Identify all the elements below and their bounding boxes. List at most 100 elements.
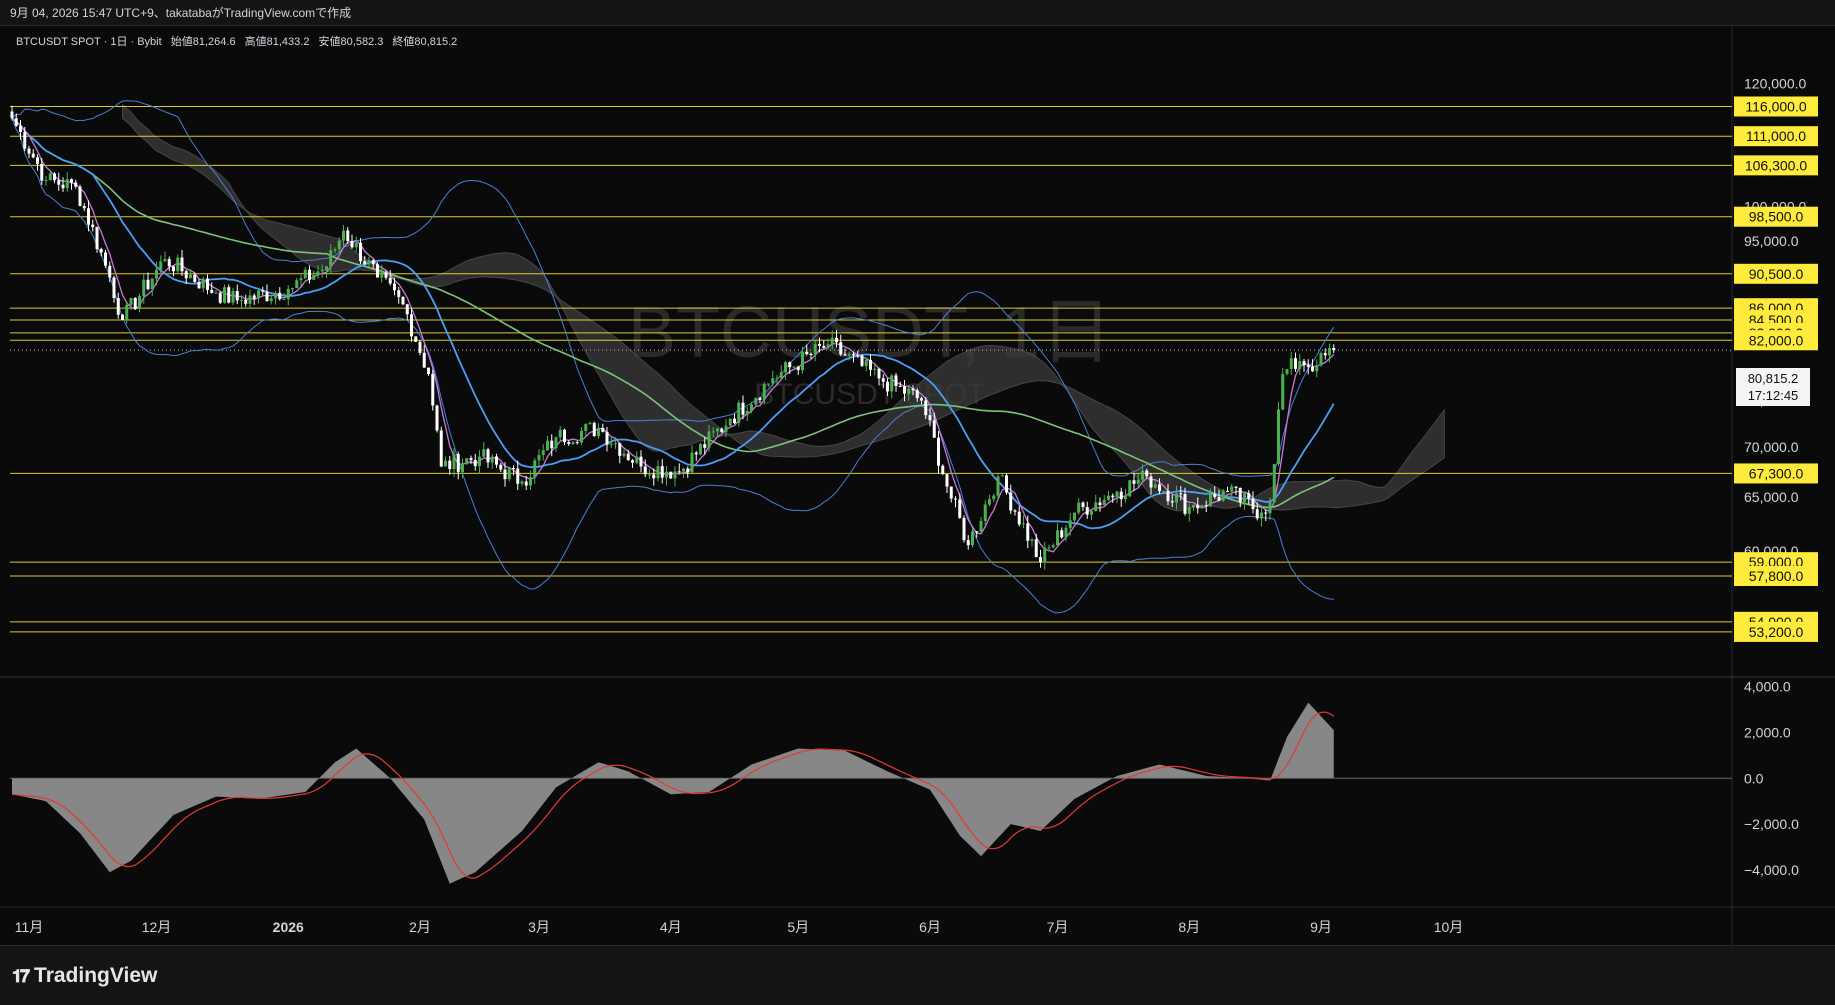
candle-body xyxy=(405,304,409,315)
candle-body xyxy=(312,275,316,280)
candle-body xyxy=(244,300,248,304)
candle-body xyxy=(473,459,477,467)
candle-body xyxy=(631,460,634,463)
candle-body xyxy=(860,355,864,366)
candle-body xyxy=(214,292,218,294)
candle-body xyxy=(1111,495,1115,498)
candle-body xyxy=(150,278,154,290)
candle-body xyxy=(184,271,188,279)
candle-body xyxy=(1315,365,1319,372)
candle-body xyxy=(1026,523,1030,541)
candle-body xyxy=(1260,512,1263,519)
candle-body xyxy=(1175,493,1178,503)
candle-body xyxy=(291,288,294,290)
candle-body xyxy=(316,271,320,276)
tradingview-logo[interactable]: 𝟏𝟕 TradingView xyxy=(12,964,157,988)
candle-body xyxy=(907,388,911,394)
candle-body xyxy=(223,287,226,303)
candle-body xyxy=(1030,539,1034,541)
candle-body xyxy=(129,297,133,305)
candle-body xyxy=(299,278,303,281)
candle-body xyxy=(512,468,515,470)
candle-body xyxy=(682,468,685,472)
candle-body xyxy=(894,375,898,386)
candle-body xyxy=(979,520,983,532)
candle-body xyxy=(350,241,354,248)
chart-svg[interactable]: BTCUSDT, 1日 BTCUSDT SPOT 120,000.0100,00… xyxy=(0,27,1835,945)
candle-body xyxy=(91,224,95,228)
price-tick-label: 65,000.0 xyxy=(1744,489,1799,505)
candle-body xyxy=(1043,547,1047,563)
candle-body xyxy=(1145,470,1149,477)
candle-body xyxy=(1081,502,1085,507)
candle-body xyxy=(133,297,137,309)
footer-bar: 𝟏𝟕 TradingView xyxy=(0,945,1835,1005)
candle-body xyxy=(252,295,256,299)
time-tick-label: 5月 xyxy=(787,919,809,935)
candle-body xyxy=(478,456,481,467)
candle-body xyxy=(354,242,358,248)
candle-body xyxy=(282,299,286,301)
candle-body xyxy=(707,431,711,448)
candle-body xyxy=(1264,512,1268,514)
candle-body xyxy=(27,148,31,154)
candle-body xyxy=(890,375,894,392)
candle-body xyxy=(924,400,928,416)
candle-body xyxy=(414,336,418,342)
legend-close: 80,815.2 xyxy=(414,36,457,48)
candle-body xyxy=(915,390,919,399)
candle-body xyxy=(665,471,668,478)
candle-body xyxy=(796,366,800,371)
candle-body xyxy=(1039,557,1042,563)
level-badge-label: 106,300.0 xyxy=(1745,157,1807,173)
candle-body xyxy=(206,278,209,290)
candle-body xyxy=(1243,493,1246,502)
candle-body xyxy=(401,296,405,305)
candle-body xyxy=(346,230,350,242)
chart-area[interactable]: BTCUSDT, 1日 BTCUSDT SPOT 120,000.0 100,00… xyxy=(0,27,1835,945)
candle-body xyxy=(384,272,388,278)
candle-body xyxy=(558,429,562,438)
candle-body xyxy=(410,314,413,337)
candle-body xyxy=(575,442,579,444)
legend-high: 81,433.2 xyxy=(267,36,310,48)
candle-body xyxy=(1098,502,1102,506)
price-axis[interactable]: 120,000.0100,000.095,000.075,000.070,000… xyxy=(1734,76,1818,878)
time-axis[interactable]: 11月 12月 2026 2月 3月 4月 5月 6月 7月 8月 9月 10月 xyxy=(15,919,1464,935)
candle-body xyxy=(278,292,282,300)
candle-body xyxy=(775,378,779,380)
candle-body xyxy=(966,540,970,546)
candle-body xyxy=(932,420,936,438)
candle-body xyxy=(1328,348,1331,356)
candle-body xyxy=(167,259,171,267)
candle-body xyxy=(1051,545,1055,548)
candle-body xyxy=(835,337,838,343)
candle-body xyxy=(886,381,889,392)
candle-body xyxy=(601,427,605,432)
candle-body xyxy=(1107,495,1110,500)
candle-body xyxy=(669,471,673,479)
candle-body xyxy=(1238,487,1242,502)
candle-body xyxy=(754,398,758,405)
candle-body xyxy=(728,418,732,426)
candle-body xyxy=(444,460,447,467)
candle-body xyxy=(550,440,554,449)
time-tick-label: 6月 xyxy=(919,919,941,935)
candle-body xyxy=(163,259,167,262)
candle-body xyxy=(235,291,239,301)
time-tick-label: 12月 xyxy=(142,919,172,935)
candle-body xyxy=(1332,348,1336,351)
candle-body xyxy=(1268,502,1272,514)
snapshot-header: 9月 04, 2026 15:47 UTC+9、takatabaがTrading… xyxy=(0,0,1835,26)
macd-tick-label: 4,000.0 xyxy=(1744,679,1791,695)
candle-body xyxy=(95,227,99,249)
candle-body xyxy=(652,474,656,479)
candle-body xyxy=(456,454,460,473)
candle-body xyxy=(784,362,787,373)
candle-body xyxy=(605,431,609,445)
candle-body xyxy=(580,430,583,443)
candle-body xyxy=(1047,547,1051,549)
candle-body xyxy=(108,265,112,278)
candle-body xyxy=(261,290,265,292)
candle-body xyxy=(762,384,766,400)
